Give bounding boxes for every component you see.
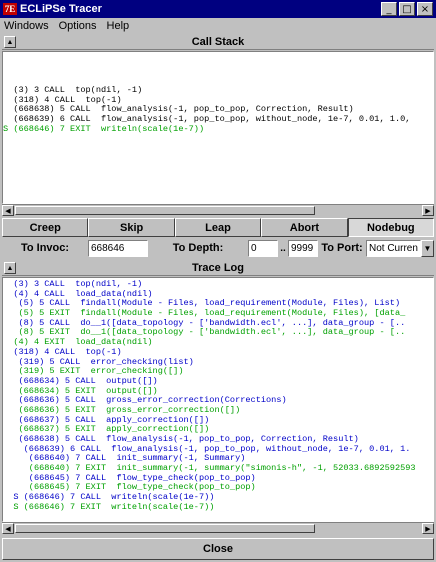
to-port-label: To Port: (321, 242, 363, 254)
scroll-right-icon[interactable]: ▶ (422, 523, 434, 534)
down-arrow-icon[interactable]: ▼ (421, 239, 434, 257)
call-stack-title: Call Stack (191, 35, 245, 48)
to-port-value[interactable]: Not Curren (366, 239, 421, 257)
close-window-button[interactable]: × (417, 2, 433, 16)
depth-separator: .. (280, 242, 286, 254)
scroll-thumb[interactable] (15, 206, 315, 215)
title-bar: 7E ECLiPSe Tracer _ □ × (0, 0, 436, 18)
trace-log-hscrollbar[interactable]: ◀ ▶ (2, 522, 434, 534)
scroll-left-icon[interactable]: ◀ (2, 205, 14, 216)
call-stack-header: ▲ Call Stack (2, 34, 434, 50)
close-button[interactable]: Close (2, 538, 434, 560)
collapse-trace-log-icon[interactable]: ▲ (4, 262, 16, 274)
to-port-select[interactable]: Not Curren ▼ (366, 239, 434, 257)
trace-log-title: Trace Log (192, 261, 244, 274)
depth-from-input[interactable]: 0 (248, 239, 278, 257)
log-line: S (668646) 7 EXIT writeln(scale(1e-7)) (3, 501, 215, 512)
abort-button[interactable]: Abort (261, 218, 348, 237)
to-invoc-input[interactable]: 668646 (88, 239, 148, 257)
window-title: ECLiPSe Tracer (20, 3, 102, 15)
menu-options[interactable]: Options (59, 20, 97, 32)
call-stack-hscrollbar[interactable]: ◀ ▶ (2, 204, 434, 216)
log-line: S (668646) 7 EXIT writeln(scale(1e-7)) (3, 123, 205, 134)
minimize-button[interactable]: _ (381, 2, 397, 16)
depth-to-input[interactable]: 9999 (288, 239, 318, 257)
leap-button[interactable]: Leap (174, 218, 262, 237)
scroll-left-icon[interactable]: ◀ (2, 523, 14, 534)
trace-log-pane[interactable]: (3) 3 CALL top(ndil, -1) (4) 4 CALL load… (2, 277, 434, 522)
menu-windows[interactable]: Windows (4, 20, 49, 32)
menu-bar: Windows Options Help (0, 18, 436, 34)
scroll-right-icon[interactable]: ▶ (422, 205, 434, 216)
app-logo-icon: 7E (3, 3, 17, 15)
nodebug-button[interactable]: Nodebug (347, 218, 435, 237)
control-row: To Invoc: 668646 To Depth: 0 .. 9999 To … (2, 238, 434, 258)
trace-log-header: ▲ Trace Log (2, 260, 434, 276)
to-depth-label: To Depth: (172, 242, 224, 254)
call-stack-pane[interactable]: (3) 3 CALL top(ndil, -1) (318) 4 CALL to… (2, 51, 434, 204)
creep-button[interactable]: Creep (2, 218, 89, 237)
tracer-button-row: Creep Skip Leap Abort Nodebug (2, 218, 435, 237)
maximize-button[interactable]: □ (399, 2, 415, 16)
skip-button[interactable]: Skip (88, 218, 175, 237)
collapse-call-stack-icon[interactable]: ▲ (4, 36, 16, 48)
menu-help[interactable]: Help (107, 20, 130, 32)
to-invoc-label: To Invoc: (20, 242, 70, 254)
scroll-thumb[interactable] (15, 524, 315, 533)
